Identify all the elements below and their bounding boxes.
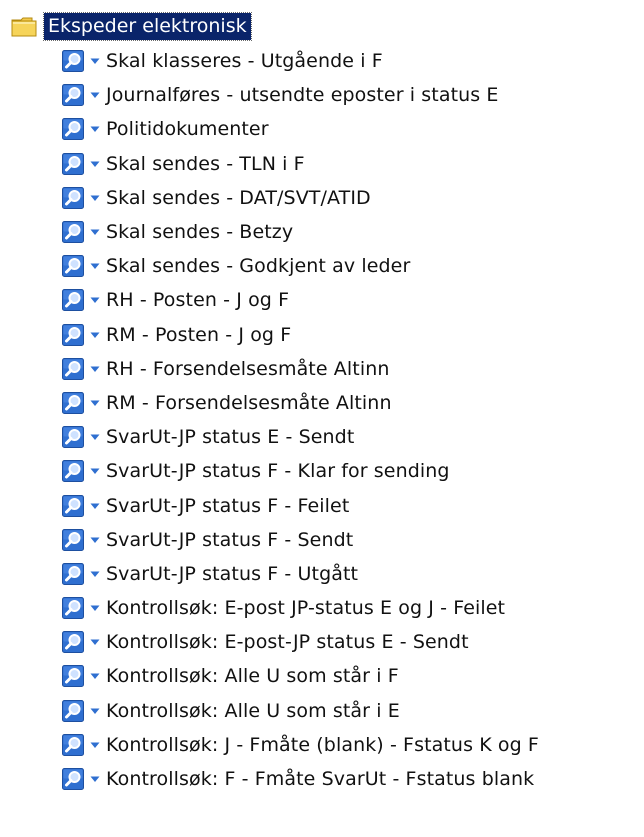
saved-search-label[interactable]: RH - Forsendelsesmåte Altinn — [106, 357, 389, 381]
saved-search-label[interactable]: SvarUt-JP status F - Utgått — [106, 562, 358, 586]
caret-down-icon[interactable] — [90, 706, 100, 716]
search-icon[interactable] — [62, 323, 84, 346]
search-icon[interactable] — [62, 50, 84, 73]
saved-search-label[interactable]: SvarUt-JP status E - Sendt — [106, 425, 354, 449]
search-icon[interactable] — [62, 152, 84, 175]
caret-down-icon[interactable] — [90, 671, 100, 681]
caret-down-icon[interactable] — [90, 364, 100, 374]
caret-down-icon[interactable] — [90, 603, 100, 613]
search-icon[interactable] — [62, 733, 84, 756]
saved-search-item[interactable]: SvarUt-JP status E - Sendt — [62, 420, 539, 454]
saved-search-item[interactable]: RM - Forsendelsesmåte Altinn — [62, 386, 539, 420]
saved-search-label[interactable]: Kontrollsøk: E-post JP-status E og J - F… — [106, 596, 505, 620]
saved-search-label[interactable]: Kontrollsøk: E-post-JP status E - Sendt — [106, 630, 469, 654]
saved-search-item[interactable]: Kontrollsøk: E-post-JP status E - Sendt — [62, 625, 539, 659]
caret-down-icon[interactable] — [90, 637, 100, 647]
caret-down-icon[interactable] — [90, 124, 100, 134]
saved-search-label[interactable]: Skal klasseres - Utgående i F — [106, 49, 383, 73]
search-icon[interactable] — [62, 289, 84, 312]
search-icon[interactable] — [62, 768, 84, 791]
saved-search-label[interactable]: RM - Forsendelsesmåte Altinn — [106, 391, 392, 415]
folder-icon — [10, 14, 40, 38]
caret-down-icon[interactable] — [90, 330, 100, 340]
saved-search-label[interactable]: SvarUt-JP status F - Klar for sending — [106, 459, 450, 483]
search-icon[interactable] — [62, 597, 84, 620]
caret-down-icon[interactable] — [90, 193, 100, 203]
saved-search-item[interactable]: Journalføres - utsendte eposter i status… — [62, 78, 539, 112]
saved-search-item[interactable]: Skal sendes - Godkjent av leder — [62, 249, 539, 283]
saved-search-label[interactable]: Skal sendes - Godkjent av leder — [106, 254, 410, 278]
saved-search-item[interactable]: Skal sendes - TLN i F — [62, 147, 539, 181]
saved-search-label[interactable]: Journalføres - utsendte eposter i status… — [106, 83, 499, 107]
caret-down-icon[interactable] — [90, 261, 100, 271]
search-icon[interactable] — [62, 426, 84, 449]
saved-search-label[interactable]: Politidokumenter — [106, 117, 269, 141]
saved-search-label[interactable]: SvarUt-JP status F - Feilet — [106, 494, 349, 518]
saved-search-label[interactable]: RH - Posten - J og F — [106, 288, 289, 312]
caret-down-icon[interactable] — [90, 227, 100, 237]
saved-search-item[interactable]: SvarUt-JP status F - Klar for sending — [62, 454, 539, 488]
caret-down-icon[interactable] — [90, 56, 100, 66]
caret-down-icon[interactable] — [90, 159, 100, 169]
saved-search-item[interactable]: SvarUt-JP status F - Sendt — [62, 523, 539, 557]
saved-search-label[interactable]: Kontrollsøk: F - Fmåte SvarUt - Fstatus … — [106, 767, 534, 791]
search-icon[interactable] — [62, 84, 84, 107]
caret-down-icon[interactable] — [90, 295, 100, 305]
saved-search-label[interactable]: SvarUt-JP status F - Sendt — [106, 528, 353, 552]
caret-down-icon[interactable] — [90, 90, 100, 100]
search-icon[interactable] — [62, 665, 84, 688]
saved-search-item[interactable]: Kontrollsøk: Alle U som står i E — [62, 694, 539, 728]
saved-search-item[interactable]: Kontrollsøk: Alle U som står i F — [62, 659, 539, 693]
saved-search-label[interactable]: Skal sendes - TLN i F — [106, 152, 305, 176]
saved-search-item[interactable]: Kontrollsøk: F - Fmåte SvarUt - Fstatus … — [62, 762, 539, 796]
saved-search-item[interactable]: RH - Posten - J og F — [62, 283, 539, 317]
caret-down-icon[interactable] — [90, 569, 100, 579]
search-icon[interactable] — [62, 528, 84, 551]
saved-search-label[interactable]: Kontrollsøk: Alle U som står i F — [106, 664, 399, 688]
caret-down-icon[interactable] — [90, 535, 100, 545]
caret-down-icon[interactable] — [90, 432, 100, 442]
saved-search-label[interactable]: Skal sendes - Betzy — [106, 220, 293, 244]
search-icon[interactable] — [62, 631, 84, 654]
search-icon[interactable] — [62, 357, 84, 380]
saved-search-item[interactable]: Kontrollsøk: E-post JP-status E og J - F… — [62, 591, 539, 625]
search-icon[interactable] — [62, 460, 84, 483]
caret-down-icon[interactable] — [90, 501, 100, 511]
caret-down-icon[interactable] — [90, 398, 100, 408]
search-icon[interactable] — [62, 494, 84, 517]
search-icon[interactable] — [62, 255, 84, 278]
saved-search-item[interactable]: Kontrollsøk: J - Fmåte (blank) - Fstatus… — [62, 728, 539, 762]
saved-search-item[interactable]: Skal klasseres - Utgående i F — [62, 44, 539, 78]
saved-search-label[interactable]: Skal sendes - DAT/SVT/ATID — [106, 186, 371, 210]
search-icon[interactable] — [62, 562, 84, 585]
saved-search-item[interactable]: SvarUt-JP status F - Feilet — [62, 488, 539, 522]
saved-search-label[interactable]: Kontrollsøk: J - Fmåte (blank) - Fstatus… — [106, 733, 539, 757]
saved-search-item[interactable]: Politidokumenter — [62, 112, 539, 146]
search-icon[interactable] — [62, 699, 84, 722]
caret-down-icon[interactable] — [90, 774, 100, 784]
saved-search-item[interactable]: Skal sendes - DAT/SVT/ATID — [62, 181, 539, 215]
saved-search-label[interactable]: Kontrollsøk: Alle U som står i E — [106, 699, 400, 723]
saved-search-item[interactable]: RM - Posten - J og F — [62, 318, 539, 352]
saved-search-list: Skal klasseres - Utgående i F Journalfør… — [62, 44, 539, 796]
search-icon[interactable] — [62, 186, 84, 209]
tree-root-folder[interactable]: Ekspeder elektronisk — [10, 8, 252, 44]
saved-search-item[interactable]: RH - Forsendelsesmåte Altinn — [62, 352, 539, 386]
search-icon[interactable] — [62, 221, 84, 244]
caret-down-icon[interactable] — [90, 466, 100, 476]
saved-search-item[interactable]: SvarUt-JP status F - Utgått — [62, 557, 539, 591]
saved-search-label[interactable]: RM - Posten - J og F — [106, 323, 291, 347]
caret-down-icon[interactable] — [90, 740, 100, 750]
search-icon[interactable] — [62, 391, 84, 414]
saved-search-item[interactable]: Skal sendes - Betzy — [62, 215, 539, 249]
tree-root-label[interactable]: Ekspeder elektronisk — [43, 11, 252, 41]
search-icon[interactable] — [62, 118, 84, 141]
